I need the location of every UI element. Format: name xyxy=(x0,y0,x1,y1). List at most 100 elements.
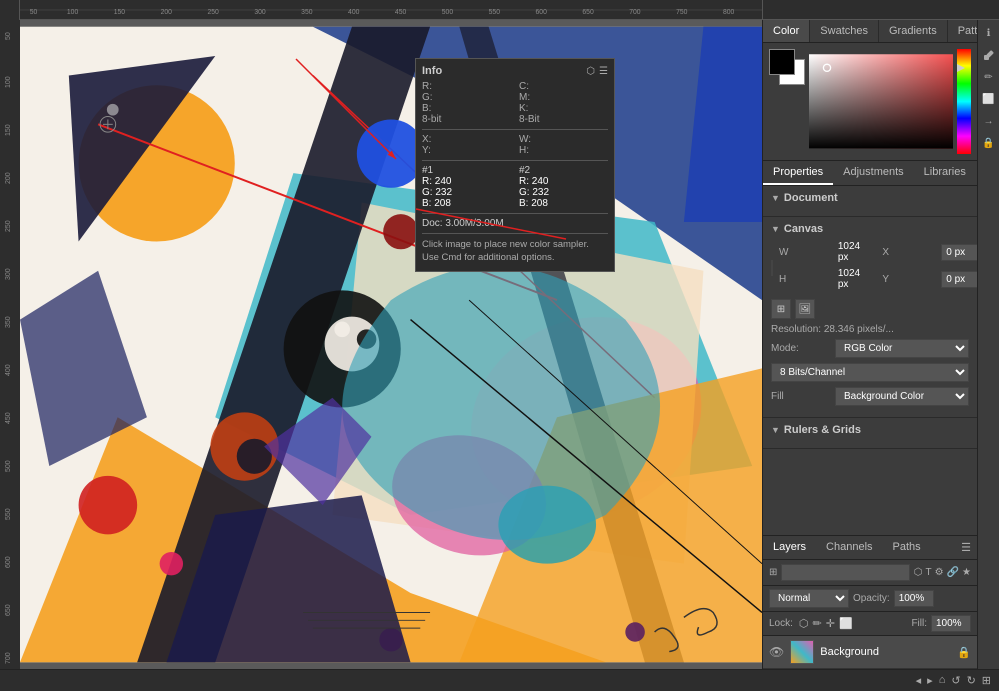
status-bar: ◂ ▸ ⌂ ↺ ↻ ⊞ xyxy=(0,669,999,691)
color-gradient[interactable] xyxy=(809,49,953,154)
lock-pixels-icon[interactable]: ✏ xyxy=(813,617,822,630)
svg-text:350: 350 xyxy=(301,9,313,16)
info-expand-icon[interactable]: ⬡ xyxy=(586,66,595,77)
document-header[interactable]: ▼ Document xyxy=(771,192,969,204)
canvas-x-input[interactable] xyxy=(941,244,977,261)
layers-menu[interactable]: ☰ xyxy=(955,536,977,559)
properties-tabs: Properties Adjustments Libraries ☰ xyxy=(763,161,977,186)
svg-text:100: 100 xyxy=(67,9,79,16)
resolution-text: Resolution: 28.346 pixels/... xyxy=(771,324,969,335)
svg-text:250: 250 xyxy=(207,9,219,16)
canvas-area[interactable]: Info ⬡ ☰ R: G: B: 8-bit C: M: K: 8-Bit xyxy=(20,20,762,669)
canvas-title: Canvas xyxy=(784,223,823,235)
layer-icon-5[interactable]: ★ xyxy=(962,567,971,578)
svg-text:650: 650 xyxy=(5,604,12,616)
tool-info[interactable]: ℹ xyxy=(980,24,998,42)
fill-input[interactable] xyxy=(931,615,971,632)
layer-filter-icons: ⬡ T ⚙ 🔗 ★ xyxy=(914,567,971,578)
fill-dropdown[interactable]: Background Color White Transparent xyxy=(835,387,969,406)
layer-icon-4[interactable]: 🔗 xyxy=(947,567,959,578)
properties-content: ▼ Document ▼ Canvas W 1024 px X xyxy=(763,186,977,535)
section-canvas: ▼ Canvas W 1024 px X H 102 xyxy=(763,217,977,418)
canvas-y-input[interactable] xyxy=(941,271,977,288)
mode-dropdown[interactable]: RGB Color CMYK Color Grayscale xyxy=(835,339,969,358)
layer-icon-2[interactable]: T xyxy=(926,567,932,578)
svg-text:200: 200 xyxy=(5,172,12,184)
svg-text:100: 100 xyxy=(5,76,12,88)
lock-position-icon[interactable]: ✛ xyxy=(826,617,835,630)
canvas-image-icon[interactable]: 🖼 xyxy=(795,299,815,319)
status-icon-5[interactable]: ↻ xyxy=(967,674,976,687)
tab-color[interactable]: Color xyxy=(763,20,810,42)
kind-filter-input[interactable] xyxy=(781,564,909,581)
svg-text:700: 700 xyxy=(5,652,12,664)
svg-text:150: 150 xyxy=(5,124,12,136)
opacity-label: Opacity: xyxy=(853,593,890,604)
layer-visibility-icon[interactable]: 👁 xyxy=(769,645,784,659)
info-panel: Info ⬡ ☰ R: G: B: 8-bit C: M: K: 8-Bit xyxy=(415,58,615,272)
svg-text:500: 500 xyxy=(5,460,12,472)
svg-text:50: 50 xyxy=(30,9,38,16)
layer-lock-icon[interactable]: 🔒 xyxy=(957,646,971,659)
doc-info: Doc: 3.00M/3.00M xyxy=(422,218,608,229)
status-icon-1[interactable]: ◂ xyxy=(916,674,922,687)
tab-paths[interactable]: Paths xyxy=(883,536,931,559)
canvas-header[interactable]: ▼ Canvas xyxy=(771,223,969,235)
layer-icon-1[interactable]: ⬡ xyxy=(914,567,923,578)
m-label: M: xyxy=(519,92,608,103)
color-spectrum[interactable] xyxy=(957,49,971,154)
tools-panel: ℹ ✏ ⬜ → 🔒 xyxy=(977,20,999,669)
info-menu-icon[interactable]: ☰ xyxy=(599,66,608,77)
tab-libraries[interactable]: Libraries xyxy=(914,161,976,185)
fg-color-box[interactable] xyxy=(769,49,795,75)
ruler-right-spacer xyxy=(762,0,999,19)
canvas-icon xyxy=(771,260,773,276)
svg-text:450: 450 xyxy=(5,412,12,424)
depth-dropdown[interactable]: 8 Bits/Channel 16 Bits/Channel 32 Bits/C… xyxy=(771,363,969,382)
status-icon-3[interactable]: ⌂ xyxy=(939,674,946,687)
section-document: ▼ Document xyxy=(763,186,977,217)
fg-bg-swatches[interactable] xyxy=(769,49,805,85)
sample2-r: R: 240 xyxy=(519,176,608,187)
rulers-header[interactable]: ▼ Rulers & Grids xyxy=(771,424,969,436)
tool-lock[interactable]: 🔒 xyxy=(980,134,998,152)
tool-square[interactable]: ⬜ xyxy=(980,90,998,108)
tool-arrow[interactable]: → xyxy=(980,112,998,130)
svg-text:300: 300 xyxy=(254,9,266,16)
tool-eyedropper[interactable] xyxy=(980,46,998,64)
background-layer-item[interactable]: 👁 Background 🔒 xyxy=(763,636,977,669)
section-rulers: ▼ Rulers & Grids xyxy=(763,418,977,449)
svg-text:600: 600 xyxy=(5,556,12,568)
status-icons: ◂ ▸ ⌂ ↺ ↻ ⊞ xyxy=(916,674,991,687)
layer-name: Background xyxy=(820,646,951,658)
xy-label: X: xyxy=(422,134,511,145)
layer-icon-3[interactable]: ⚙ xyxy=(935,567,944,578)
tab-channels[interactable]: Channels xyxy=(816,536,882,559)
blend-mode-dropdown[interactable]: Normal Multiply Screen xyxy=(769,589,849,608)
tab-properties[interactable]: Properties xyxy=(763,161,833,185)
status-icon-2[interactable]: ▸ xyxy=(927,674,933,687)
bit-label: 8-bit xyxy=(422,114,511,125)
lock-artboard-icon[interactable]: ⬜ xyxy=(839,617,853,630)
depth-row: 8 Bits/Channel 16 Bits/Channel 32 Bits/C… xyxy=(771,363,969,382)
top-ruler: 50 100 150 200 250 300 350 400 450 500 5… xyxy=(0,0,999,20)
svg-text:600: 600 xyxy=(535,9,547,16)
tab-gradients[interactable]: Gradients xyxy=(879,20,948,42)
tab-swatches[interactable]: Swatches xyxy=(810,20,879,42)
status-icon-6[interactable]: ⊞ xyxy=(982,674,991,687)
artwork-canvas[interactable] xyxy=(20,20,762,669)
canvas-lock-icon[interactable]: ⊞ xyxy=(771,299,791,319)
fill-row: Fill Background Color White Transparent xyxy=(771,387,969,406)
layers-tabs: Layers Channels Paths ☰ xyxy=(763,535,977,560)
tool-pencil[interactable]: ✏ xyxy=(980,68,998,86)
layers-toolbar: ⊞ ⬡ T ⚙ 🔗 ★ xyxy=(763,560,977,586)
lock-transparent-icon[interactable]: ⬡ xyxy=(799,617,809,630)
info-hint2: Use Cmd for additional options. xyxy=(422,251,608,264)
svg-text:400: 400 xyxy=(348,9,360,16)
tab-layers[interactable]: Layers xyxy=(763,536,816,559)
status-icon-4[interactable]: ↺ xyxy=(951,674,960,687)
opacity-input[interactable] xyxy=(894,590,934,607)
svg-text:450: 450 xyxy=(395,9,407,16)
tab-adjustments[interactable]: Adjustments xyxy=(833,161,914,185)
resolution-value: 28.346 pixels/... xyxy=(824,324,894,335)
